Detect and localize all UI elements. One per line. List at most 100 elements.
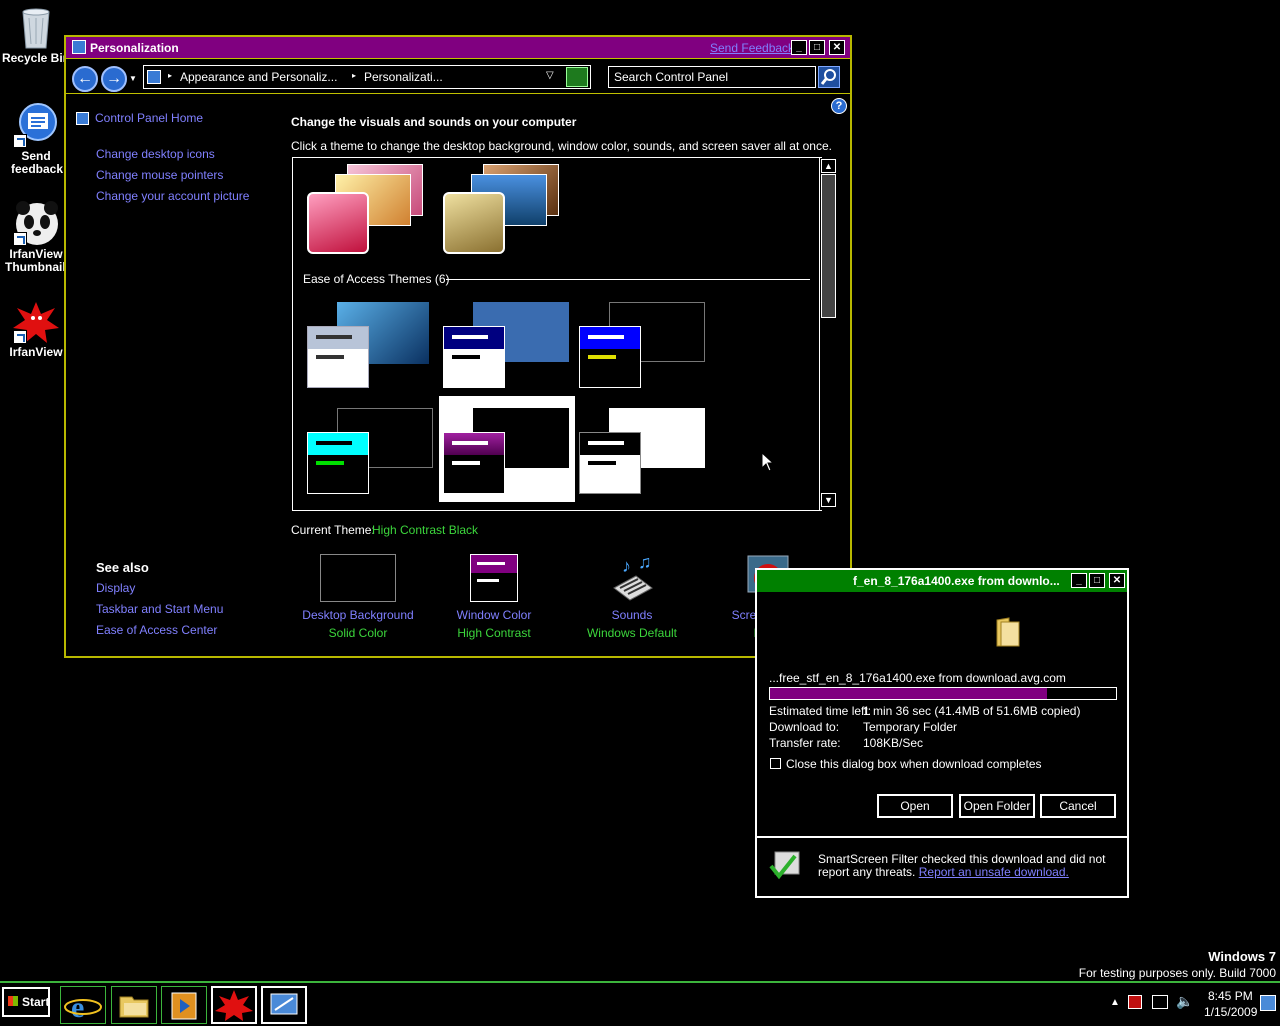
theme-thumbnail-ease-4[interactable] [307,406,433,498]
desktop-icon-irfanview-thumbnails[interactable]: IrfanView Thumbnails [0,200,72,274]
clock-date[interactable]: 1/15/2009 [1204,1005,1257,1019]
sounds-item[interactable]: ♪ ♫ Sounds Windows Default [562,552,702,642]
breadcrumb-chevron-icon[interactable]: ▸ [168,71,172,80]
folder-icon [119,996,149,1018]
report-unsafe-download-link[interactable]: Report an unsafe download. [919,865,1069,879]
irfanview-cat-icon [13,298,59,344]
close-button[interactable]: ✕ [1109,573,1125,588]
svg-text:♪: ♪ [622,556,631,576]
change-account-picture-link[interactable]: Change your account picture [96,189,249,203]
download-title-bar[interactable]: f_en_8_176a1400.exe from downlo... _ □ ✕ [757,570,1127,592]
ease-of-access-center-link[interactable]: Ease of Access Center [96,623,217,637]
maximize-button[interactable]: □ [809,40,825,55]
taskbar-windows-explorer[interactable] [111,986,157,1024]
mouse-cursor-icon [761,452,775,472]
theme-thumbnail-ease-2[interactable] [443,300,569,392]
taskbar-start-menu-link[interactable]: Taskbar and Start Menu [96,602,223,616]
breadcrumb-personalization[interactable]: Personalizati... [364,70,443,84]
download-dialog: f_en_8_176a1400.exe from downlo... _ □ ✕… [755,568,1129,898]
eta-value: 1 min 36 sec (41.4MB of 51.6MB copied) [863,704,1081,718]
theme-gallery: Ease of Access Themes (6) [292,157,822,511]
breadcrumb-chevron-icon[interactable]: ▸ [352,71,356,80]
current-theme-label: Current Theme: [291,523,375,537]
theme-thumbnail-high-contrast-white[interactable] [579,406,705,498]
minimize-button[interactable]: _ [791,40,807,55]
action-center-flag-icon[interactable] [1128,995,1142,1009]
start-button[interactable]: Start [2,987,50,1017]
show-desktop-button[interactable] [1260,995,1276,1011]
change-mouse-pointers-link[interactable]: Change mouse pointers [96,168,223,182]
sounds-icon: ♪ ♫ [608,552,656,602]
close-when-complete-checkbox[interactable] [770,758,781,769]
cancel-button[interactable]: Cancel [1040,794,1116,818]
ease-of-access-themes-header: Ease of Access Themes (6) [303,272,450,286]
taskbar-media-player[interactable] [161,986,207,1024]
open-button[interactable]: Open [877,794,953,818]
scroll-down-arrow-icon[interactable]: ▼ [821,493,836,507]
display-link[interactable]: Display [96,581,135,595]
download-to-value: Temporary Folder [863,720,958,734]
taskbar-internet-explorer[interactable]: e [60,986,106,1024]
back-arrow-icon[interactable]: ← [72,66,98,92]
desktop-icon-recycle-bin[interactable]: Recycle Bin [0,4,72,65]
forward-arrow-icon[interactable]: → [101,66,127,92]
send-feedback-link[interactable]: Send Feedback [710,41,794,55]
theme-thumbnail-ease-1[interactable] [307,300,431,392]
download-file-name: ...free_stf_en_8_176a1400.exe from downl… [769,671,1066,685]
theme-thumbnail-landscapes[interactable] [443,162,563,257]
control-panel-home-link[interactable]: Control Panel Home [95,111,203,125]
control-panel-icon [72,40,86,54]
see-also-heading: See also [96,560,149,575]
close-when-complete-label: Close this dialog box when download comp… [786,757,1042,771]
network-icon[interactable] [1152,995,1168,1009]
volume-icon[interactable]: 🔈 [1176,993,1193,1010]
folder-icon [996,617,1020,647]
search-input[interactable]: Search Control Panel [608,66,816,88]
refresh-icon[interactable] [566,67,588,87]
smartscreen-message: SmartScreen Filter checked this download… [818,852,1106,879]
windows-logo-icon [8,996,18,1006]
desktop-icon-send-feedback[interactable]: Send feedback [0,102,72,176]
title-bar[interactable]: Personalization Send Feedback _ □ ✕ [66,37,850,59]
control-panel-home-icon [76,112,89,125]
minimize-button[interactable]: _ [1071,573,1087,588]
show-hidden-icons-chevron-icon[interactable]: ▲ [1110,997,1120,1008]
shortcut-arrow-icon [13,134,27,148]
desktop-icon-irfanview[interactable]: IrfanView [0,298,72,359]
taskbar: Start e ▲ 🔈 8:45 PM 1/15/2009 [0,981,1280,1024]
theme-gallery-scrollbar[interactable]: ▲ ▼ [819,158,837,510]
scroll-up-arrow-icon[interactable]: ▲ [821,159,836,173]
address-dropdown-icon[interactable]: ▽ [546,70,554,81]
search-icon[interactable] [818,66,840,88]
maximize-button[interactable]: □ [1089,573,1105,588]
internet-explorer-icon: e [64,991,102,1024]
section-divider [446,279,810,280]
eta-label: Estimated time left: [769,704,872,718]
theme-thumbnail-high-contrast-black-selected[interactable] [439,396,575,502]
media-player-icon [171,992,197,1020]
close-button[interactable]: ✕ [829,40,845,55]
address-bar[interactable]: ▸ Appearance and Personaliz... ▸ Persona… [143,65,591,89]
recent-pages-chevron-icon[interactable]: ▼ [129,74,137,83]
shortcut-arrow-icon [13,330,27,344]
taskbar-irfanview[interactable] [211,986,257,1024]
send-feedback-icon [13,102,59,148]
navigation-bar: ← → ▼ ▸ Appearance and Personaliz... ▸ P… [66,60,850,94]
open-folder-button[interactable]: Open Folder [959,794,1035,818]
theme-thumbnail-windows7[interactable] [307,162,427,257]
clock-time[interactable]: 8:45 PM [1208,989,1253,1003]
svg-text:e: e [71,991,84,1023]
breadcrumb-appearance[interactable]: Appearance and Personaliz... [180,70,337,84]
download-to-label: Download to: [769,720,840,734]
taskbar-control-panel[interactable] [261,986,307,1024]
help-icon[interactable]: ? [831,98,847,114]
transfer-rate-label: Transfer rate: [769,736,841,750]
change-desktop-icons-link[interactable]: Change desktop icons [96,147,215,161]
theme-thumbnail-ease-3[interactable] [579,300,705,392]
desktop-background-icon [320,554,396,602]
smartscreen-shield-icon [769,851,800,880]
scroll-thumb[interactable] [821,174,836,318]
desktop-background-item[interactable]: Desktop Background Solid Color [288,554,428,642]
control-panel-small-icon [147,70,161,84]
window-color-item[interactable]: Window Color High Contrast [424,554,564,642]
